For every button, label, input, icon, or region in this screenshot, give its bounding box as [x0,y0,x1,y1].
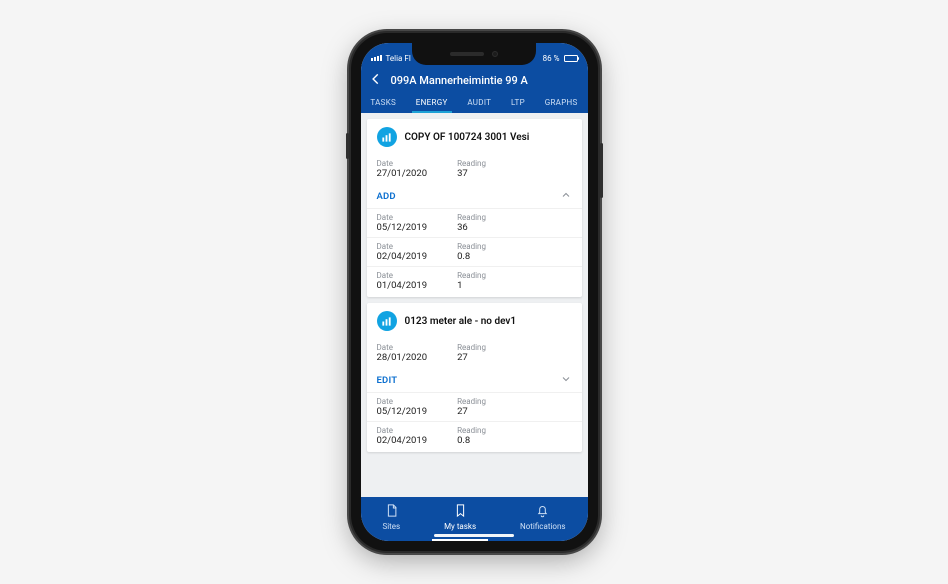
reading-label: Reading [457,213,486,222]
date-label: Date [377,426,428,435]
reading-label: Reading [457,426,486,435]
battery-icon [564,55,578,62]
date-label: Date [377,343,428,352]
history-date: 01/04/2019 [377,280,428,291]
date-label: Date [377,397,428,406]
date-label: Date [377,242,428,251]
home-indicator [434,534,514,537]
history-date: 05/12/2019 [377,406,428,417]
bell-icon [535,503,550,520]
tab-audit[interactable]: AUDIT [465,98,493,113]
history-reading: 1 [457,280,486,291]
battery-pct: 86 % [543,54,560,63]
tab-ltp[interactable]: LTP [509,98,527,113]
nav-my-tasks[interactable]: My tasks [444,503,476,531]
history-reading: 0.8 [457,251,486,262]
tab-graphs[interactable]: GRAPHS [543,98,580,113]
latest-reading-row: Date28/01/2020 Reading27 [367,339,582,367]
latest-reading: 37 [457,168,486,179]
add-button[interactable]: ADD [377,191,396,202]
history-row: Date05/12/2019 Reading36 [367,208,582,237]
chevron-up-icon[interactable] [560,189,572,204]
bottom-nav: Sites My tasks Notifications [361,497,588,541]
notch [412,43,536,65]
reading-label: Reading [457,271,486,280]
history-reading: 36 [457,222,486,233]
history-row: Date02/04/2019 Reading0.8 [367,237,582,266]
screen: Telia FI 86 % 099A Mannerheimintie 99 A … [361,43,588,541]
meter-title: COPY OF 100724 3001 Vesi [405,132,530,143]
meter-icon [377,311,397,331]
reading-label: Reading [457,343,486,352]
tab-bar: TASKS ENERGY AUDIT LTP GRAPHS [361,98,588,113]
nav-sites[interactable]: Sites [382,503,400,531]
history-row: Date02/04/2019 Reading0.8 [367,421,582,450]
history-date: 05/12/2019 [377,222,428,233]
date-label: Date [377,159,428,168]
page-title: 099A Mannerheimintie 99 A [389,74,580,87]
history-date: 02/04/2019 [377,435,428,446]
bookmark-icon [453,503,468,520]
history-reading: 27 [457,406,486,417]
nav-label: Notifications [520,522,565,531]
meter-card: 0123 meter ale - no dev1Date28/01/2020Re… [367,303,582,452]
meter-card: COPY OF 100724 3001 VesiDate27/01/2020Re… [367,119,582,297]
meter-title: 0123 meter ale - no dev1 [405,316,517,327]
date-label: Date [377,213,428,222]
history-date: 02/04/2019 [377,251,428,262]
meter-icon [377,127,397,147]
reading-label: Reading [457,242,486,251]
phone-frame: Telia FI 86 % 099A Mannerheimintie 99 A … [351,33,598,551]
signal-icon [371,55,382,61]
nav-label: My tasks [444,522,476,531]
reading-label: Reading [457,397,486,406]
latest-reading: 27 [457,352,486,363]
latest-reading-row: Date27/01/2020 Reading37 [367,155,582,183]
back-button[interactable] [369,71,383,90]
date-label: Date [377,271,428,280]
reading-label: Reading [457,159,486,168]
tab-energy[interactable]: ENERGY [414,98,450,113]
chevron-down-icon[interactable] [560,373,572,388]
history-row: Date05/12/2019 Reading27 [367,392,582,421]
content-scroll[interactable]: COPY OF 100724 3001 VesiDate27/01/2020Re… [361,113,588,497]
history-row: Date01/04/2019 Reading1 [367,266,582,295]
tab-tasks[interactable]: TASKS [368,98,398,113]
edit-button[interactable]: EDIT [377,375,398,386]
nav-label: Sites [382,522,400,531]
nav-notifications[interactable]: Notifications [520,503,565,531]
latest-date: 27/01/2020 [377,168,428,179]
latest-date: 28/01/2020 [377,352,428,363]
file-icon [384,503,399,520]
history-reading: 0.8 [457,435,486,446]
carrier-label: Telia FI [386,54,411,63]
